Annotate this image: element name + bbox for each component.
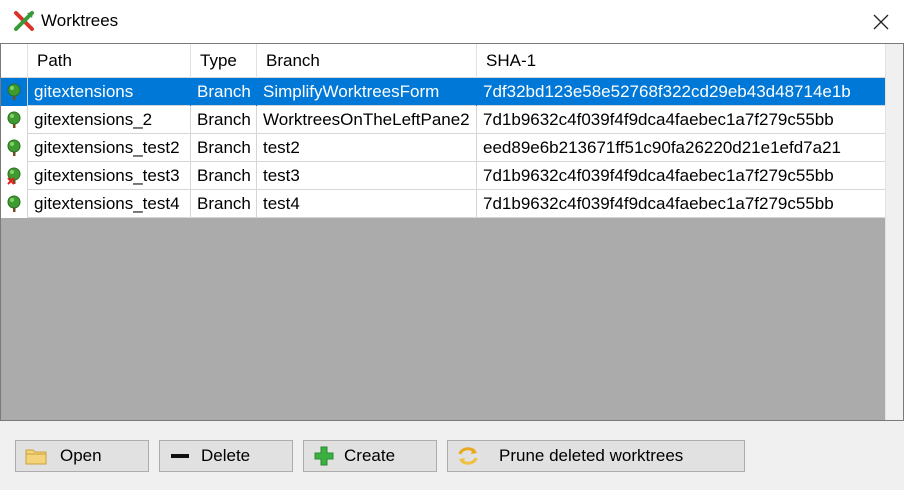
cell-path: gitextensions_test4	[28, 190, 191, 218]
table-row[interactable]: gitextensions_test2 Branch test2 eed89e6b21…	[1, 134, 885, 162]
folder-icon	[25, 449, 47, 465]
vertical-scrollbar[interactable]	[885, 44, 903, 420]
open-button[interactable]: Open	[15, 440, 149, 472]
column-header-sha1[interactable]: SHA-1	[477, 44, 885, 78]
cell-sha1: 7df32bd123e58e52768f322cd29eb43d48714e1b	[483, 82, 851, 101]
tree-icon	[1, 78, 28, 106]
grid-header: Path Type Branch SHA-1	[1, 44, 885, 78]
cell-path: gitextensions	[28, 78, 191, 106]
cell-sha1: eed89e6b213671ff51c90fa26220d21e1efd7a21	[483, 138, 841, 157]
create-button[interactable]: Create	[303, 440, 437, 472]
table-row[interactable]: gitextensions_test3 Branch test3 7d1b9632c4…	[1, 162, 885, 190]
cell-sha1: 7d1b9632c4f039f4f9dca4faebec1a7f279c55bb	[483, 166, 834, 185]
cell-sha1: 7d1b9632c4f039f4f9dca4faebec1a7f279c55bb	[483, 110, 834, 129]
cell-branch: test4	[257, 190, 477, 218]
title-bar: Worktrees	[0, 0, 904, 43]
delete-button-label: Delete	[201, 446, 251, 465]
prune-button[interactable]: Prune deleted worktrees	[447, 440, 745, 472]
cell-branch: SimplifyWorktreesForm	[257, 78, 477, 106]
git-extensions-logo-icon	[14, 11, 34, 31]
window-title: Worktrees	[41, 11, 119, 30]
header-icon-column[interactable]	[1, 44, 28, 78]
column-header-path[interactable]: Path	[28, 44, 191, 78]
cell-branch: test2	[257, 134, 477, 162]
create-button-label: Create	[344, 446, 396, 465]
tree-icon	[1, 190, 28, 218]
close-button[interactable]	[858, 0, 904, 43]
cell-path: gitextensions_test3	[28, 162, 191, 190]
table-row[interactable]: gitextensions_2 Branch WorktreesOnTheLeftP…	[1, 106, 885, 134]
minus-icon	[171, 454, 189, 458]
cell-path: gitextensions_test2	[28, 134, 191, 162]
cell-type: Branch	[191, 190, 257, 218]
cell-path: gitextensions_2	[28, 106, 191, 134]
cell-type: Branch	[191, 134, 257, 162]
cell-type: Branch	[191, 106, 257, 134]
close-icon	[873, 14, 889, 29]
tree-icon	[1, 106, 28, 134]
column-header-branch[interactable]: Branch	[257, 44, 477, 78]
prune-button-label: Prune deleted worktrees	[499, 446, 684, 465]
cell-type: Branch	[191, 162, 257, 190]
tree-deleted-icon	[1, 162, 28, 190]
refresh-arrows-icon	[458, 447, 478, 465]
open-button-label: Open	[60, 446, 102, 465]
table-row[interactable]: gitextensions Branch SimplifyWorktreesForm…	[1, 78, 885, 106]
table-row[interactable]: gitextensions_test4 Branch test4 7d1b9632c4…	[1, 190, 885, 218]
cell-type: Branch	[191, 78, 257, 106]
plus-icon	[314, 446, 334, 466]
column-header-type[interactable]: Type	[191, 44, 257, 78]
worktrees-grid[interactable]: Path Type Branch SHA-1 gitextensions Bran…	[0, 43, 904, 421]
delete-button[interactable]: Delete	[159, 440, 293, 472]
cell-branch: WorktreesOnTheLeftPane2	[257, 106, 477, 134]
cell-sha1: 7d1b9632c4f039f4f9dca4faebec1a7f279c55bb	[483, 194, 834, 213]
cell-branch: test3	[257, 162, 477, 190]
tree-icon	[1, 134, 28, 162]
